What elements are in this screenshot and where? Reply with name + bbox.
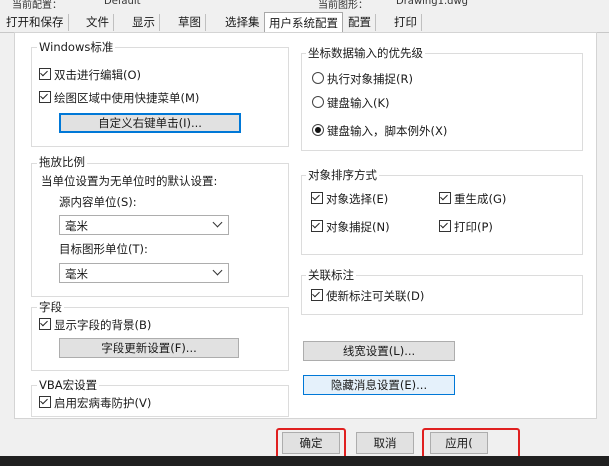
- tab-profiles[interactable]: 配置: [344, 14, 376, 31]
- hidden-message-settings-button[interactable]: 隐藏消息设置(E)...: [303, 375, 455, 395]
- tab-user-preferences[interactable]: 用户系统配置: [264, 12, 343, 34]
- user-preferences-panel: Windows标准 双击进行编辑(O) 绘图区域中使用快捷菜单(M) 自定义右键…: [14, 32, 597, 419]
- chevron-down-icon: [212, 217, 223, 228]
- checkbox-checked-icon: [39, 91, 51, 103]
- tab-open-save[interactable]: 打开和保存: [2, 14, 69, 31]
- sort-object-snap-checkbox[interactable]: 对象捕捉(N): [311, 219, 390, 235]
- object-sorting-title: 对象排序方式: [306, 167, 379, 183]
- tab-drafting[interactable]: 草图: [174, 14, 206, 31]
- fields-title: 字段: [37, 299, 64, 315]
- sort-plot-checkbox[interactable]: 打印(P): [439, 219, 493, 235]
- source-units-label: 源内容单位(S):: [59, 195, 137, 209]
- insert-scale-description: 当单位设置为无单位时的默认设置:: [41, 174, 218, 188]
- tab-selection[interactable]: 选择集: [221, 14, 265, 31]
- vba-title: VBA宏设置: [37, 377, 100, 393]
- object-sorting-group: [301, 175, 583, 255]
- tab-strip: 打开和保存 文件 显示 草图 选择集 用户系统配置 配置 打印: [0, 12, 609, 34]
- cancel-button[interactable]: 取消: [356, 432, 414, 454]
- show-field-background-checkbox[interactable]: 显示字段的背景(B): [39, 317, 151, 333]
- current-drawing-value: Drawing1.dwg: [396, 0, 468, 7]
- current-profile-label: 当前配置：: [12, 0, 62, 11]
- sort-regen-checkbox[interactable]: 重生成(G): [439, 191, 506, 207]
- target-units-select[interactable]: 毫米: [59, 263, 229, 283]
- target-units-value: 毫米: [65, 267, 88, 281]
- tab-files[interactable]: 文件: [82, 14, 114, 31]
- sort-object-selection-checkbox[interactable]: 对象选择(E): [311, 191, 388, 207]
- coordinate-priority-title: 坐标数据输入的优先级: [306, 45, 425, 61]
- source-units-select[interactable]: 毫米: [59, 215, 229, 235]
- radio-icon: [312, 96, 324, 108]
- macro-virus-protection-checkbox[interactable]: 启用宏病毒防护(V): [39, 395, 151, 411]
- lineweight-settings-button[interactable]: 线宽设置(L)...: [303, 341, 455, 361]
- keyboard-except-scripts-radio[interactable]: 键盘输入，脚本例外(X): [312, 123, 447, 139]
- target-units-label: 目标图形单位(T):: [59, 242, 148, 256]
- radio-selected-icon: [312, 124, 324, 136]
- field-update-settings-button[interactable]: 字段更新设置(F)...: [59, 338, 239, 358]
- osnap-priority-radio[interactable]: 执行对象捕捉(R): [312, 71, 413, 87]
- shortcut-menu-checkbox[interactable]: 绘图区域中使用快捷菜单(M): [39, 90, 199, 106]
- checkbox-checked-icon: [439, 192, 451, 204]
- checkbox-checked-icon: [39, 68, 51, 80]
- checkbox-checked-icon: [311, 220, 323, 232]
- taskbar-strip: [0, 456, 609, 466]
- chevron-down-icon: [212, 265, 223, 276]
- checkbox-checked-icon: [311, 192, 323, 204]
- checkbox-checked-icon: [39, 318, 51, 330]
- source-units-value: 毫米: [65, 219, 88, 233]
- windows-standard-title: Windows标准: [37, 39, 116, 55]
- associative-dimension-title: 关联标注: [306, 267, 356, 283]
- checkbox-checked-icon: [311, 289, 323, 301]
- current-drawing-label: 当前图形：: [318, 0, 368, 11]
- radio-icon: [312, 72, 324, 84]
- current-profile-value: Default: [104, 0, 141, 7]
- customize-right-click-button[interactable]: 自定义右键单击(I)...: [59, 113, 241, 133]
- tab-plot[interactable]: 打印: [390, 14, 422, 31]
- checkbox-checked-icon: [39, 396, 51, 408]
- keyboard-entry-radio[interactable]: 键盘输入(K): [312, 95, 390, 111]
- new-dimensions-associative-checkbox[interactable]: 使新标注可关联(D): [311, 288, 424, 304]
- checkbox-checked-icon: [439, 220, 451, 232]
- insert-scale-title: 拖放比例: [37, 154, 87, 170]
- tab-display[interactable]: 显示: [128, 14, 160, 31]
- double-click-edit-checkbox[interactable]: 双击进行编辑(O): [39, 67, 141, 83]
